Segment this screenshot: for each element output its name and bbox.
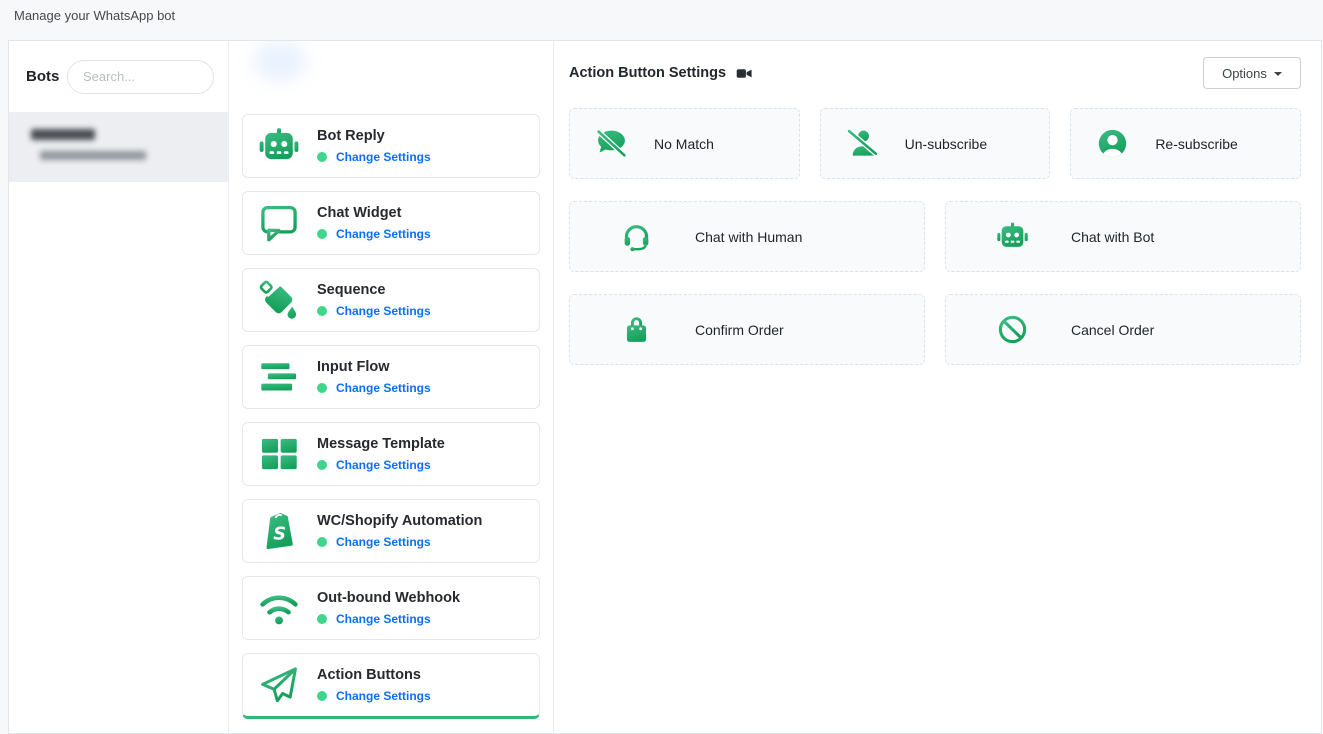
feature-text: Sequence Change Settings xyxy=(317,282,431,318)
action-button-label: Chat with Human xyxy=(695,229,802,245)
action-button-chat-with-bot[interactable]: Chat with Bot xyxy=(945,201,1301,272)
user-circle-icon xyxy=(1096,127,1129,160)
ban-icon xyxy=(996,313,1029,346)
action-button-label: Chat with Bot xyxy=(1071,229,1154,245)
settings-panel: Action Button Settings Options No Match … xyxy=(554,41,1321,733)
action-button-re-subscribe[interactable]: Re-subscribe xyxy=(1070,108,1301,179)
features-column: Bot Reply Change Settings Chat Widget Ch… xyxy=(229,41,554,733)
change-settings-link[interactable]: Change Settings xyxy=(336,381,431,395)
feature-text: Message Template Change Settings xyxy=(317,436,445,472)
panel-header: Action Button Settings Options xyxy=(569,57,1301,89)
bot-phone-redacted xyxy=(40,151,146,160)
change-settings-link[interactable]: Change Settings xyxy=(336,227,431,241)
options-button[interactable]: Options xyxy=(1203,57,1301,89)
feature-title: Input Flow xyxy=(317,359,431,375)
feature-card-sequence[interactable]: Sequence Change Settings xyxy=(242,268,540,332)
action-button-chat-with-human[interactable]: Chat with Human xyxy=(569,201,925,272)
status-dot xyxy=(317,306,327,316)
action-button-label: Cancel Order xyxy=(1071,322,1154,338)
action-button-label: No Match xyxy=(654,136,714,152)
main-card: Bots Bot Reply Change Settings xyxy=(8,40,1322,734)
action-buttons-grid: No Match Un-subscribe Re-subscribe Chat … xyxy=(569,108,1301,365)
svg-text:S: S xyxy=(273,525,286,545)
action-button-no-match[interactable]: No Match xyxy=(569,108,800,179)
paper-plane-icon xyxy=(258,664,300,706)
video-camera-icon xyxy=(736,65,753,82)
change-settings-link[interactable]: Change Settings xyxy=(336,689,431,703)
status-dot xyxy=(317,691,327,701)
feature-action: Change Settings xyxy=(317,150,431,164)
user-slash-icon xyxy=(846,127,879,160)
status-dot xyxy=(317,383,327,393)
wifi-icon xyxy=(258,587,300,629)
bots-header: Bots xyxy=(9,41,228,113)
features-list: Bot Reply Change Settings Chat Widget Ch… xyxy=(242,114,540,719)
fill-drip-icon xyxy=(258,279,300,321)
options-button-label: Options xyxy=(1222,66,1267,81)
blurred-thumbnail xyxy=(253,41,307,81)
chat-widget-icon xyxy=(258,202,300,244)
feature-card-chat-widget[interactable]: Chat Widget Change Settings xyxy=(242,191,540,255)
status-dot xyxy=(317,229,327,239)
feature-card-action-buttons[interactable]: Action Buttons Change Settings xyxy=(242,653,540,719)
action-button-un-subscribe[interactable]: Un-subscribe xyxy=(820,108,1051,179)
feature-card-out-bound-webhook[interactable]: Out-bound Webhook Change Settings xyxy=(242,576,540,640)
feature-text: Action Buttons Change Settings xyxy=(317,667,431,703)
bots-sidebar: Bots xyxy=(9,41,229,733)
chevron-down-icon xyxy=(1274,72,1282,76)
status-dot xyxy=(317,460,327,470)
feature-action: Change Settings xyxy=(317,227,431,241)
feature-text: Chat Widget Change Settings xyxy=(317,205,431,241)
feature-title: WC/Shopify Automation xyxy=(317,513,482,529)
feature-title: Message Template xyxy=(317,436,445,452)
bars-staggered-icon xyxy=(258,356,300,398)
panel-title: Action Button Settings xyxy=(569,65,726,81)
bot-list-item-selected[interactable] xyxy=(9,113,228,182)
comment-slash-icon xyxy=(595,127,628,160)
robot-icon xyxy=(996,220,1029,253)
action-button-confirm-order[interactable]: Confirm Order xyxy=(569,294,925,365)
feature-card-bot-reply[interactable]: Bot Reply Change Settings xyxy=(242,114,540,178)
feature-action: Change Settings xyxy=(317,612,460,626)
feature-action: Change Settings xyxy=(317,458,445,472)
feature-card-message-template[interactable]: Message Template Change Settings xyxy=(242,422,540,486)
action-button-label: Un-subscribe xyxy=(905,136,987,152)
feature-action: Change Settings xyxy=(317,689,431,703)
change-settings-link[interactable]: Change Settings xyxy=(336,304,431,318)
feature-title: Sequence xyxy=(317,282,431,298)
feature-text: WC/Shopify Automation Change Settings xyxy=(317,513,482,549)
change-settings-link[interactable]: Change Settings xyxy=(336,535,431,549)
feature-title: Action Buttons xyxy=(317,667,431,683)
feature-action: Change Settings xyxy=(317,381,431,395)
feature-action: Change Settings xyxy=(317,304,431,318)
headset-icon xyxy=(620,220,653,253)
feature-title: Out-bound Webhook xyxy=(317,590,460,606)
change-settings-link[interactable]: Change Settings xyxy=(336,612,431,626)
page-title: Manage your WhatsApp bot xyxy=(14,8,175,23)
action-button-label: Confirm Order xyxy=(695,322,784,338)
change-settings-link[interactable]: Change Settings xyxy=(336,458,431,472)
shopping-bag-icon xyxy=(620,313,653,346)
robot-icon xyxy=(258,125,300,167)
feature-text: Input Flow Change Settings xyxy=(317,359,431,395)
feature-title: Chat Widget xyxy=(317,205,431,221)
feature-text: Out-bound Webhook Change Settings xyxy=(317,590,460,626)
status-dot xyxy=(317,537,327,547)
feature-card-input-flow[interactable]: Input Flow Change Settings xyxy=(242,345,540,409)
search-input[interactable] xyxy=(67,60,214,94)
shopify-icon: S xyxy=(258,510,300,552)
page-header: Manage your WhatsApp bot xyxy=(0,0,1323,30)
feature-title: Bot Reply xyxy=(317,128,431,144)
action-button-cancel-order[interactable]: Cancel Order xyxy=(945,294,1301,365)
status-dot xyxy=(317,614,327,624)
feature-action: Change Settings xyxy=(317,535,482,549)
feature-text: Bot Reply Change Settings xyxy=(317,128,431,164)
action-button-label: Re-subscribe xyxy=(1155,136,1237,152)
feature-card-wc-shopify-automation[interactable]: S WC/Shopify Automation Change Settings xyxy=(242,499,540,563)
change-settings-link[interactable]: Change Settings xyxy=(336,150,431,164)
grid-squares-icon xyxy=(258,433,300,475)
bots-heading: Bots xyxy=(26,68,59,85)
bot-name-redacted xyxy=(31,129,95,140)
status-dot xyxy=(317,152,327,162)
